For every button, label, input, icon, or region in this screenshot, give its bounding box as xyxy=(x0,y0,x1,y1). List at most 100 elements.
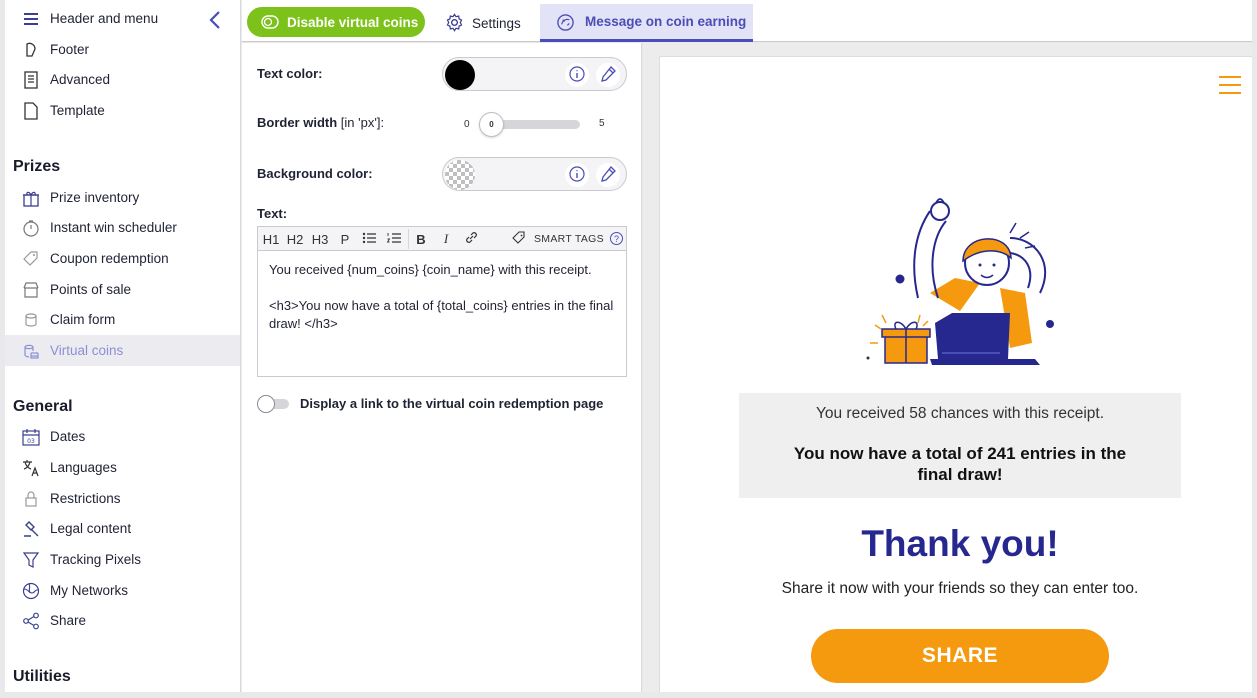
gavel-icon xyxy=(21,519,41,539)
sidebar-item-footer[interactable]: Footer xyxy=(5,34,240,65)
smart-tags-label: SMART TAGS xyxy=(534,233,604,245)
collapse-sidebar-button[interactable] xyxy=(205,10,225,32)
sidebar-item-advanced[interactable]: Advanced xyxy=(5,64,240,95)
background-color-picker[interactable] xyxy=(442,157,627,191)
numbered-list-icon xyxy=(386,232,401,247)
lock-icon xyxy=(21,489,41,509)
eyedropper-icon xyxy=(599,165,617,186)
globe-icon xyxy=(21,581,41,601)
sidebar-item-label: Tracking Pixels xyxy=(50,552,142,567)
sidebar-item-label: Languages xyxy=(50,460,117,475)
text-color-swatch[interactable] xyxy=(445,60,475,90)
heading3-button[interactable]: H3 xyxy=(311,230,329,248)
coins-icon xyxy=(21,341,41,361)
language-icon xyxy=(21,458,41,478)
info-icon xyxy=(569,65,585,85)
footer-icon xyxy=(21,40,41,60)
editor-toolbar: H1 H2 H3 P B I SMART TAGS ? xyxy=(258,227,626,251)
smart-tags-help-icon[interactable]: ? xyxy=(610,232,623,245)
sidebar-item-points-of-sale[interactable]: Points of sale xyxy=(5,274,240,305)
smart-tags-button[interactable]: SMART TAGS xyxy=(512,230,604,248)
eyedropper-icon xyxy=(599,65,617,86)
editor-line-1: You received {num_coins} {coin_name} wit… xyxy=(269,262,592,277)
redemption-link-label: Display a link to the virtual coin redem… xyxy=(300,396,604,411)
background-color-swatch[interactable] xyxy=(445,160,475,190)
tab-message-on-coin-earning[interactable]: Message on coin earning xyxy=(540,4,753,42)
svg-text:03: 03 xyxy=(27,438,35,445)
share-button[interactable]: SHARE xyxy=(811,629,1109,683)
stopwatch-icon xyxy=(21,218,41,238)
calendar-icon: 03 xyxy=(21,427,41,447)
sidebar-item-virtual-coins[interactable]: Virtual coins xyxy=(5,335,240,366)
sidebar-item-prize-inventory[interactable]: Prize inventory xyxy=(5,182,240,213)
sidebar-item-my-networks[interactable]: My Networks xyxy=(5,575,240,606)
sidebar-item-label: Dates xyxy=(50,429,86,444)
rich-text-editor[interactable]: H1 H2 H3 P B I SMART TAGS ? You received… xyxy=(257,226,627,377)
redemption-link-toggle[interactable] xyxy=(257,395,290,413)
text-color-label: Text color: xyxy=(257,66,323,81)
store-icon xyxy=(21,280,41,300)
sidebar-item-label: Footer xyxy=(50,42,90,57)
template-icon xyxy=(21,101,41,121)
sidebar-item-label: Instant win scheduler xyxy=(50,220,177,235)
bold-button[interactable]: B xyxy=(414,230,428,248)
background-color-eyedropper-button[interactable] xyxy=(596,163,620,187)
info-icon xyxy=(569,165,585,185)
gift-icon xyxy=(21,188,41,208)
sidebar-item-label: Claim form xyxy=(50,312,116,327)
message-settings-panel: Text color: Border width [in 'px']: 0 0 … xyxy=(242,43,642,692)
section-title-utilities: Utilities xyxy=(13,668,71,685)
background-color-info-button[interactable] xyxy=(565,163,589,187)
numbered-list-button[interactable] xyxy=(386,230,402,248)
gear-icon xyxy=(445,13,464,35)
sidebar-item-label: Header and menu xyxy=(50,11,159,26)
border-width-label: Border width [in 'px']: xyxy=(257,115,384,130)
sidebar-item-legal-content[interactable]: Legal content xyxy=(5,513,240,544)
border-width-text: Border width xyxy=(257,115,338,130)
sidebar-item-label: Restrictions xyxy=(50,491,121,506)
disable-virtual-coins-button[interactable]: Disable virtual coins xyxy=(247,7,425,37)
sidebar-item-label: Virtual coins xyxy=(50,343,124,358)
text-color-eyedropper-button[interactable] xyxy=(596,63,620,87)
toggle-knob xyxy=(257,395,275,413)
tab-settings[interactable]: Settings xyxy=(440,4,535,42)
editor-content[interactable]: You received {num_coins} {coin_name} wit… xyxy=(269,261,619,351)
link-button[interactable] xyxy=(463,230,479,248)
sidebar-item-share[interactable]: Share xyxy=(5,605,240,636)
top-toolbar: Disable virtual coins Settings Message o… xyxy=(242,0,1252,42)
border-width-slider-handle[interactable]: 0 xyxy=(479,112,504,137)
sidebar-item-dates[interactable]: 03 Dates xyxy=(5,421,240,452)
sidebar: Header and menu Footer Advanced Template… xyxy=(5,0,241,692)
menu-lines-icon xyxy=(21,9,41,29)
heading1-button[interactable]: H1 xyxy=(262,230,280,248)
paragraph-button[interactable]: P xyxy=(338,230,352,248)
coin-message-box: You received 58 chances with this receip… xyxy=(739,393,1181,498)
coin-message-total: You now have a total of 241 entries in t… xyxy=(793,444,1127,484)
sidebar-item-label: Prize inventory xyxy=(50,190,140,205)
sidebar-item-label: Advanced xyxy=(50,72,111,87)
italic-button[interactable]: I xyxy=(439,230,453,248)
sidebar-item-label: Template xyxy=(50,103,105,118)
tab-message-label: Message on coin earning xyxy=(585,14,747,29)
heading2-button[interactable]: H2 xyxy=(286,230,304,248)
sidebar-item-languages[interactable]: Languages xyxy=(5,452,240,483)
hamburger-menu-icon[interactable] xyxy=(1219,74,1241,98)
sidebar-item-tracking-pixels[interactable]: Tracking Pixels xyxy=(5,544,240,575)
coin-message-icon xyxy=(556,13,575,35)
share-icon xyxy=(21,611,41,631)
sidebar-item-coupon-redemption[interactable]: Coupon redemption xyxy=(5,243,240,274)
text-color-picker[interactable] xyxy=(442,57,627,91)
slider-max-label: 5 xyxy=(599,118,605,129)
bullet-list-button[interactable] xyxy=(361,230,377,248)
sidebar-item-instant-win-scheduler[interactable]: Instant win scheduler xyxy=(5,212,240,243)
editor-line-2: <h3>You now have a total of {total_coins… xyxy=(269,298,614,331)
sidebar-item-template[interactable]: Template xyxy=(5,95,240,126)
share-note-text: Share it now with your friends so they c… xyxy=(781,580,1139,597)
sidebar-item-claim-form[interactable]: Claim form xyxy=(5,304,240,335)
advanced-icon xyxy=(21,70,41,90)
text-color-info-button[interactable] xyxy=(565,63,589,87)
sidebar-item-label: Points of sale xyxy=(50,282,132,297)
sidebar-item-restrictions[interactable]: Restrictions xyxy=(5,483,240,514)
section-title-prizes: Prizes xyxy=(13,158,61,175)
text-label: Text: xyxy=(257,206,288,221)
